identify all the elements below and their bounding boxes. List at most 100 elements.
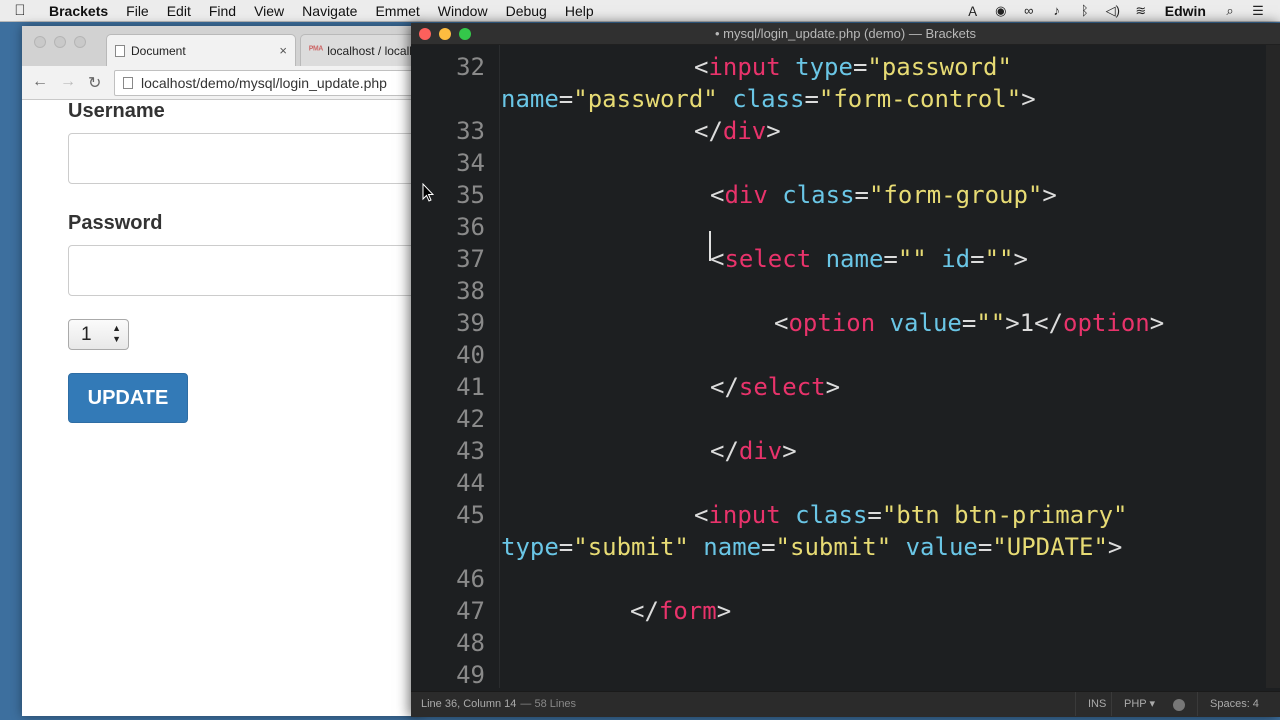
code-token: =: [558, 85, 574, 113]
close-icon[interactable]: ×: [269, 43, 287, 58]
menu-bar:  Brackets File Edit Find View Navigate …: [0, 0, 1280, 22]
linter-status-icon[interactable]: [1173, 699, 1185, 711]
line-number: 45: [456, 501, 485, 529]
volume-icon[interactable]: ◁): [1099, 3, 1127, 19]
line-number: 41: [456, 373, 485, 401]
menu-app-name[interactable]: Brackets: [40, 3, 117, 19]
code-token: </: [694, 117, 723, 145]
menu-window[interactable]: Window: [429, 3, 497, 19]
user-name[interactable]: Edwin: [1155, 3, 1216, 19]
username-input[interactable]: [68, 133, 422, 184]
code-token: name: [703, 533, 762, 561]
window-minimize-button[interactable]: [54, 36, 66, 48]
code-token: </: [710, 373, 739, 401]
password-input[interactable]: [68, 245, 422, 296]
code-editor[interactable]: 32 <input type="password" name="password" …: [411, 45, 1266, 688]
code-token: type: [501, 533, 559, 561]
code-token: >1</: [1005, 309, 1064, 337]
menu-view[interactable]: View: [245, 3, 293, 19]
code-line: name="password" class="form-control">: [501, 83, 1036, 115]
editor-scrollbar[interactable]: [1266, 45, 1280, 688]
page-icon: [123, 77, 133, 89]
tab-document[interactable]: Document ×: [106, 34, 296, 66]
option-select[interactable]: 1 ▲ ▼: [68, 319, 129, 350]
line-number: 47: [456, 597, 485, 625]
line-number: 48: [456, 629, 485, 657]
window-minimize-button[interactable]: [439, 28, 451, 40]
notification-center-icon[interactable]: ☰: [1244, 3, 1272, 19]
password-label: Password: [68, 212, 163, 234]
line-number: 32: [456, 53, 485, 81]
language-select[interactable]: PHP ▾: [1111, 692, 1167, 716]
code-line: </div>: [710, 435, 797, 467]
code-token: id: [941, 245, 971, 273]
creative-cloud-icon[interactable]: ∞: [1015, 3, 1043, 18]
menu-file[interactable]: File: [117, 3, 158, 19]
window-zoom-button[interactable]: [459, 28, 471, 40]
code-token: value: [889, 309, 962, 337]
forward-arrow-icon[interactable]: →: [60, 73, 76, 91]
code-line: <div class="form-group">: [710, 179, 1057, 211]
line-count: — 58 Lines: [520, 698, 577, 710]
phpmyadmin-icon: ᴾᴹᴬ: [309, 45, 324, 56]
select-value: 1: [81, 324, 92, 345]
bluetooth-icon[interactable]: ᛒ: [1071, 3, 1099, 18]
code-token: "submit": [573, 533, 689, 561]
code-token: "": [984, 245, 1014, 273]
status-menus: Ａ ◉ ∞ ♪ ᛒ ◁) ≋ Edwin ⌕ ☰: [959, 0, 1280, 22]
menu-help[interactable]: Help: [556, 3, 603, 19]
line-number: [411, 83, 485, 115]
update-button[interactable]: UPDATE: [68, 373, 188, 423]
window-close-button[interactable]: [419, 28, 431, 40]
line-number: 40: [456, 341, 485, 369]
menu-navigate[interactable]: Navigate: [293, 3, 366, 19]
code-token: =: [867, 501, 882, 529]
adobe-icon[interactable]: Ａ: [959, 1, 987, 20]
reload-icon[interactable]: ↻: [88, 73, 101, 93]
spotlight-search-icon[interactable]: ⌕: [1216, 3, 1244, 19]
window-zoom-button[interactable]: [74, 36, 86, 48]
code-token: "": [976, 309, 1006, 337]
wifi-icon[interactable]: ≋: [1127, 3, 1155, 19]
tab-phpmyadmin[interactable]: ᴾᴹᴬ localhost / localh: [300, 34, 422, 66]
editor-title: • mysql/login_update.php (demo) — Bracke…: [714, 26, 977, 41]
line-number: 43: [456, 437, 485, 465]
code-token: div: [738, 437, 783, 465]
notification-icon[interactable]: ♪: [1043, 3, 1071, 18]
code-token: >: [1013, 245, 1028, 273]
code-token: value: [905, 533, 978, 561]
apple-icon[interactable]: : [0, 2, 40, 19]
code-token: input: [708, 501, 781, 529]
menu-emmet[interactable]: Emmet: [366, 3, 428, 19]
menu-debug[interactable]: Debug: [497, 3, 556, 19]
line-number: 49: [456, 661, 485, 688]
code-token: option: [788, 309, 876, 337]
code-token: >: [1021, 85, 1036, 113]
code-token: =: [970, 245, 985, 273]
back-arrow-icon[interactable]: ←: [32, 73, 48, 91]
menu-find[interactable]: Find: [200, 3, 245, 19]
code-token: =: [977, 533, 993, 561]
code-token: "form-group": [868, 181, 1043, 209]
code-token: <: [694, 501, 709, 529]
window-close-button[interactable]: [34, 36, 46, 48]
editor-status-bar: Line 36, Column 14— 58 Lines INS PHP ▾ S…: [411, 691, 1280, 717]
line-number: 37: [456, 245, 485, 273]
menu-edit[interactable]: Edit: [158, 3, 200, 19]
code-token: >: [782, 437, 797, 465]
line-number: [411, 531, 485, 563]
code-token: </: [710, 437, 739, 465]
indent-setting[interactable]: Spaces: 4: [1197, 692, 1271, 716]
code-token: >: [1042, 181, 1057, 209]
editor-title-bar: • mysql/login_update.php (demo) — Bracke…: [411, 23, 1280, 45]
code-token: select: [724, 245, 812, 273]
address-bar[interactable]: localhost/demo/mysql/login_update.php: [114, 70, 422, 96]
record-icon[interactable]: ◉: [987, 3, 1015, 19]
code-token: <: [710, 181, 725, 209]
code-token: div: [722, 117, 767, 145]
cursor-position: Line 36, Column 14— 58 Lines: [421, 692, 576, 716]
